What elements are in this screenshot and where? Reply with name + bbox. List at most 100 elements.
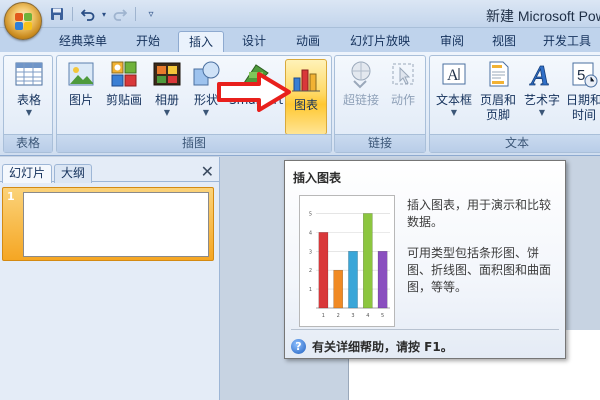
clipart-button[interactable]: 剪贴画 <box>103 59 145 108</box>
header-footer-button-label: 页眉和 页脚 <box>476 93 520 123</box>
tab-home[interactable]: 开始 <box>124 31 172 52</box>
picture-button[interactable]: 图片 <box>63 59 99 108</box>
group-text: A 文本框 ▼ 页眉和 页脚 A 艺术字 ▼ 5 日期和 时间 文本 <box>429 55 600 153</box>
tooltip-help: ? 有关详细帮助，请按 F1。 <box>291 338 453 355</box>
chart-bar <box>348 251 358 309</box>
tab-slideshow[interactable]: 幻灯片放映 <box>340 31 420 52</box>
dropdown-caret-icon: ▼ <box>25 108 33 117</box>
y-tick-label: 2 <box>309 268 312 274</box>
help-icon: ? <box>291 339 306 354</box>
svg-text:A: A <box>529 61 550 89</box>
office-logo-icon <box>15 13 33 31</box>
date-time-label-line2: 时间 <box>571 108 596 122</box>
header-footer-icon <box>483 59 513 89</box>
tooltip-help-text: 有关详细帮助，请按 F1。 <box>312 340 453 354</box>
tooltip-desc-1: 插入图表，用于演示和比较数据。 <box>407 198 552 229</box>
tab-design[interactable]: 设计 <box>230 31 278 52</box>
ribbon: 表格 ▼ 表格 图片 剪贴画 相册 ▼ 形状 ▼ 图表 插图 超链接 动作 链接… <box>0 52 600 156</box>
x-tick-label: 5 <box>381 313 384 319</box>
photo-album-button[interactable]: 相册 ▼ <box>149 59 185 117</box>
tab-classic-menu[interactable]: 经典菜单 <box>50 31 116 52</box>
photo-album-icon <box>152 59 182 89</box>
wordart-icon: A <box>527 59 557 93</box>
header-footer-button[interactable]: 页眉和 页脚 <box>476 59 520 123</box>
tab-slides[interactable]: 幻灯片 <box>2 164 53 183</box>
y-tick-label: 1 <box>309 287 312 293</box>
tab-animation[interactable]: 动画 <box>284 31 332 52</box>
action-button-label: 动作 <box>390 93 415 107</box>
slide-number: 1 <box>7 190 15 203</box>
dropdown-caret-icon: ▼ <box>538 108 546 117</box>
action-button[interactable]: 动作 <box>385 59 421 108</box>
slides-panel: 幻灯片 大纲 ✕ 1 <box>0 157 220 400</box>
group-label-links: 链接 <box>335 134 425 152</box>
date-time-icon: 5 <box>569 59 599 89</box>
group-label-illustrations: 插图 <box>57 134 331 152</box>
hyperlink-button[interactable]: 超链接 <box>339 59 383 108</box>
photo-album-button-label: 相册 <box>154 93 179 107</box>
y-tick-label: 3 <box>309 249 312 255</box>
y-tick-label: 4 <box>309 230 312 236</box>
tooltip-description: 插入图表，用于演示和比较数据。 可用类型包括条形图、饼图、折线图、面积图和曲面图… <box>407 197 557 296</box>
x-tick-label: 3 <box>351 313 354 319</box>
hyperlink-icon <box>346 59 376 89</box>
textbox-button[interactable]: A 文本框 ▼ <box>434 59 474 117</box>
chart-tooltip: 插入图表 1 2 3 4 5 1 2 3 4 5 插入图表，用于演示和比较数据。 可用类型包括条形… <box>284 160 566 359</box>
chart-bar <box>377 251 388 309</box>
group-links: 超链接 动作 链接 <box>334 55 426 153</box>
redo-icon[interactable] <box>111 5 129 23</box>
undo-dropdown-icon[interactable]: ▾ <box>100 5 108 23</box>
undo-icon[interactable] <box>79 5 97 23</box>
x-tick-label: 4 <box>366 313 369 319</box>
tooltip-title: 插入图表 <box>293 171 342 185</box>
slides-panel-tabs: 幻灯片 大纲 ✕ <box>0 160 220 183</box>
wordart-button-label: 艺术字 <box>523 93 560 107</box>
group-table: 表格 ▼ 表格 <box>3 55 53 153</box>
tooltip-separator <box>291 329 559 330</box>
ribbon-tabs: 经典菜单 开始 插入 设计 动画 幻灯片放映 审阅 视图 开发工具 <box>0 28 600 52</box>
group-label-table: 表格 <box>4 134 52 152</box>
save-icon[interactable] <box>48 5 66 23</box>
office-button[interactable] <box>4 2 42 40</box>
chart-bar <box>318 232 329 309</box>
close-icon[interactable]: ✕ <box>201 164 214 180</box>
tab-view[interactable]: 视图 <box>480 31 528 52</box>
tooltip-desc-2: 可用类型包括条形图、饼图、折线图、面积图和曲面图，等等。 <box>407 246 552 294</box>
action-icon <box>388 59 418 89</box>
svg-text:5: 5 <box>577 67 585 84</box>
tab-insert[interactable]: 插入 <box>178 31 224 52</box>
dropdown-caret-icon: ▼ <box>450 108 458 117</box>
tooltip-chart-preview: 1 2 3 4 5 1 2 3 4 5 <box>299 195 395 327</box>
qat-separator <box>72 7 73 21</box>
x-tick-label: 2 <box>337 313 340 319</box>
header-footer-label-line2: 页脚 <box>485 108 510 122</box>
slide-thumbnail-item[interactable]: 1 <box>2 187 214 261</box>
tab-developer[interactable]: 开发工具 <box>534 31 600 52</box>
preview-chart-svg: 1 2 3 4 5 1 2 3 4 5 <box>309 211 390 319</box>
window-title: 新建 Microsoft Pow <box>486 8 600 24</box>
group-label-text: 文本 <box>430 134 600 152</box>
quick-access-toolbar: ▾ ▿ <box>48 5 160 23</box>
clipart-button-label: 剪贴画 <box>105 93 142 107</box>
chart-bar <box>333 269 343 309</box>
x-tick-label: 1 <box>322 313 325 319</box>
chart-bar <box>363 213 373 309</box>
textbox-icon: A <box>439 59 469 89</box>
clipart-icon <box>109 59 139 89</box>
table-button[interactable]: 表格 ▼ <box>8 59 50 117</box>
wordart-button[interactable]: A 艺术字 ▼ <box>522 59 562 117</box>
table-button-label: 表格 <box>16 93 41 107</box>
red-arrow-annotation <box>217 72 291 112</box>
hyperlink-button-label: 超链接 <box>342 93 379 107</box>
tab-outline[interactable]: 大纲 <box>54 164 93 183</box>
y-tick-label: 5 <box>309 211 312 217</box>
chart-icon <box>291 64 321 94</box>
slide-thumbnail[interactable] <box>23 192 209 257</box>
tab-review[interactable]: 审阅 <box>428 31 476 52</box>
customize-qat-icon[interactable]: ▿ <box>142 5 160 23</box>
table-icon <box>14 59 44 89</box>
date-time-button[interactable]: 5 日期和 时间 <box>562 59 600 123</box>
picture-button-label: 图片 <box>68 93 93 107</box>
header-footer-label-line1: 页眉和 <box>479 93 516 107</box>
textbox-button-label: 文本框 <box>435 93 472 107</box>
